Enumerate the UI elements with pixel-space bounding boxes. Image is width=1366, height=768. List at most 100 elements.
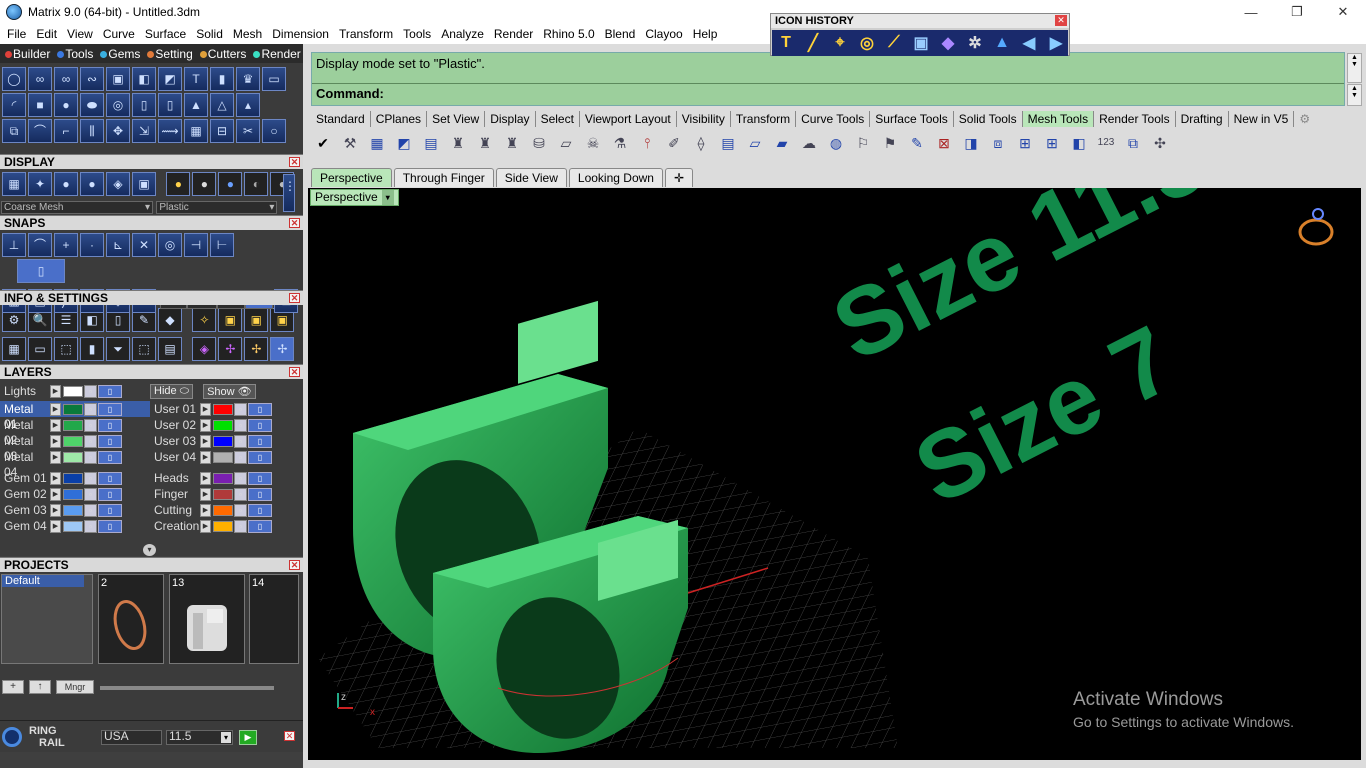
sphere-mesh-icon[interactable]: ◈ [192, 337, 217, 361]
menu-render[interactable]: Render [489, 27, 538, 41]
mesh-extract-icon[interactable]: ▰ [770, 132, 794, 154]
tab-cutters[interactable]: Cutters [195, 47, 249, 61]
layer-bulb-icon[interactable]: ▯ [248, 402, 272, 416]
mesh-box-icon[interactable]: ▦ [365, 132, 389, 154]
back-arrow-icon[interactable]: ◀ [1017, 32, 1041, 54]
layer-bulb-icon[interactable]: ▯ [248, 519, 272, 533]
mesh-explode-icon[interactable]: ⟠ [689, 132, 713, 154]
tab-looking-down[interactable]: Looking Down [568, 168, 663, 187]
menu-blend[interactable]: Blend [600, 27, 641, 41]
history-scrollbar[interactable]: ▲ ▼ [1347, 53, 1362, 83]
perp-snap-icon[interactable]: ◎ [158, 233, 182, 257]
tab-visibility[interactable]: Visibility [677, 111, 731, 127]
mesh-outline-icon[interactable]: ✐ [662, 132, 686, 154]
layer-row-heads[interactable]: Heads ▶ ▫ ▯ [150, 470, 300, 486]
tab-transform[interactable]: Transform [731, 111, 797, 127]
layer-bulb-icon[interactable]: ▯ [248, 471, 272, 485]
shaded-mode-icon[interactable]: ● [54, 172, 78, 196]
perspective-viewport[interactable]: Perspective ▾ Size 11.5 Size 7 z x Activ… [308, 188, 1361, 760]
layer-row-user-01[interactable]: User 01 ▶ ▫ ▯ [150, 401, 300, 417]
layer-bulb-icon[interactable]: ▯ [98, 384, 122, 398]
block-tool-icon[interactable]: ■ [28, 93, 52, 117]
layer-bulb-icon[interactable]: ▯ [248, 503, 272, 517]
lock-icon[interactable]: ▫ [84, 487, 97, 501]
point-snap-icon[interactable]: + [54, 233, 78, 257]
torus-tool-icon[interactable]: ◎ [106, 93, 130, 117]
mirror-tool-icon[interactable]: ⫼ [80, 119, 104, 143]
layer-bulb-icon[interactable]: ▯ [98, 519, 122, 533]
tab-tools[interactable]: Tools [52, 47, 95, 61]
tab-standard[interactable]: Standard [311, 111, 371, 127]
layer-row-gem-02[interactable]: Gem 02 ▶ ▫ ▯ [0, 486, 150, 502]
int-snap-icon[interactable]: ✕ [132, 233, 156, 257]
dimension-tool-icon[interactable]: ⌖ [828, 32, 852, 54]
ellipsoid-tool-icon[interactable]: ⬬ [80, 93, 104, 117]
mesh-count-icon[interactable]: 123 [1094, 132, 1118, 154]
mesh-offset-icon[interactable]: ♜ [446, 132, 470, 154]
layer-bulb-icon[interactable]: ▯ [98, 450, 122, 464]
display-more-icon[interactable]: ⋮ [283, 174, 296, 212]
menu-tools[interactable]: Tools [398, 27, 436, 41]
tab-drafting[interactable]: Drafting [1176, 111, 1229, 127]
menu-curve[interactable]: Curve [98, 27, 140, 41]
layer-row-finger[interactable]: Finger ▶ ▫ ▯ [150, 486, 300, 502]
lock-icon[interactable]: ▫ [84, 402, 97, 416]
tab-setting[interactable]: Setting [142, 47, 194, 61]
hide-all-button[interactable]: Hide ⬭ [150, 383, 194, 399]
chain-tool-icon[interactable]: ∾ [80, 67, 104, 91]
mesh-triangulate-icon[interactable]: ⊞ [1013, 132, 1037, 154]
layer-row-metal-03[interactable]: Metal 03 ▶ ▫ ▯ [0, 433, 150, 463]
panel-toggle-icon[interactable]: ▭ [262, 67, 286, 91]
ring-preview-icon[interactable] [1298, 208, 1334, 246]
tab-set-view[interactable]: Set View [427, 111, 486, 127]
bullet-tool-icon[interactable]: ▴ [236, 93, 260, 117]
lock-icon[interactable]: ▫ [234, 503, 247, 517]
lock-icon[interactable]: ▫ [234, 418, 247, 432]
lock-icon[interactable]: ▫ [84, 450, 97, 464]
pivot-icon[interactable]: ✢ [218, 337, 243, 361]
lock-icon[interactable]: ▫ [84, 471, 97, 485]
mesh-plane-icon[interactable]: ▱ [554, 132, 578, 154]
zoom-extents-icon[interactable]: ▣ [909, 32, 933, 54]
layer-row-creation[interactable]: Creation ▶ ▫ ▯ [150, 518, 300, 534]
ortho-toggle-icon[interactable]: ▯ [17, 259, 65, 283]
close-icon[interactable]: ✕ [289, 367, 300, 377]
mesh-cut-icon[interactable]: ⫯ [635, 132, 659, 154]
cylinder-tool-icon[interactable]: ▮ [210, 67, 234, 91]
box-info-icon[interactable]: ⬚ [54, 337, 78, 361]
thumb-size-slider[interactable] [100, 686, 274, 690]
menu-rhino[interactable]: Rhino 5.0 [538, 27, 599, 41]
mesh-grid-icon[interactable]: ▤ [419, 132, 443, 154]
notes-icon[interactable]: ▤ [158, 337, 182, 361]
show-all-button[interactable]: Show 👁 [203, 383, 256, 399]
group-tool-icon[interactable]: ⧉ [2, 119, 26, 143]
layer-bulb-icon[interactable]: ▯ [248, 487, 272, 501]
tab-display[interactable]: Display [485, 111, 536, 127]
mid-snap-icon[interactable]: · [80, 233, 104, 257]
mesh-reduce-icon[interactable]: ▱ [743, 132, 767, 154]
setting-tool-icon[interactable]: ✲ [963, 32, 987, 54]
lock-icon[interactable]: ▫ [234, 519, 247, 533]
prism-tool-icon[interactable]: ◩ [158, 67, 182, 91]
select-box-icon[interactable]: ⬚ [132, 337, 156, 361]
layer-bulb-icon[interactable]: ▯ [248, 418, 272, 432]
layer-bulb-icon[interactable]: ▯ [98, 434, 122, 448]
layer-bulb-icon[interactable]: ▯ [248, 450, 272, 464]
tab-mesh-tools[interactable]: Mesh Tools [1022, 111, 1095, 127]
mesh-unweld-icon[interactable]: ◧ [1067, 132, 1091, 154]
menu-help[interactable]: Help [688, 27, 723, 41]
mesh-weld-icon[interactable]: ▤ [716, 132, 740, 154]
tab-select[interactable]: Select [536, 111, 580, 127]
project-item-default[interactable]: Default [2, 575, 84, 587]
tab-curve-tools[interactable]: Curve Tools [796, 111, 871, 127]
cylinder-info-icon[interactable]: ▮ [80, 337, 104, 361]
tab-through-finger[interactable]: Through Finger [393, 168, 494, 187]
box-tool-icon[interactable]: ◧ [132, 67, 156, 91]
curve-tool-icon[interactable]: ⟋ [882, 32, 906, 54]
wireframe-mode-icon[interactable]: ▦ [2, 172, 26, 196]
menu-edit[interactable]: Edit [31, 27, 62, 41]
close-icon[interactable]: ✕ [289, 218, 300, 228]
mesh-sphere-icon[interactable]: ⚗ [608, 132, 632, 154]
mesh-split-icon[interactable]: ♜ [473, 132, 497, 154]
layer-bulb-icon[interactable]: ▯ [98, 418, 122, 432]
